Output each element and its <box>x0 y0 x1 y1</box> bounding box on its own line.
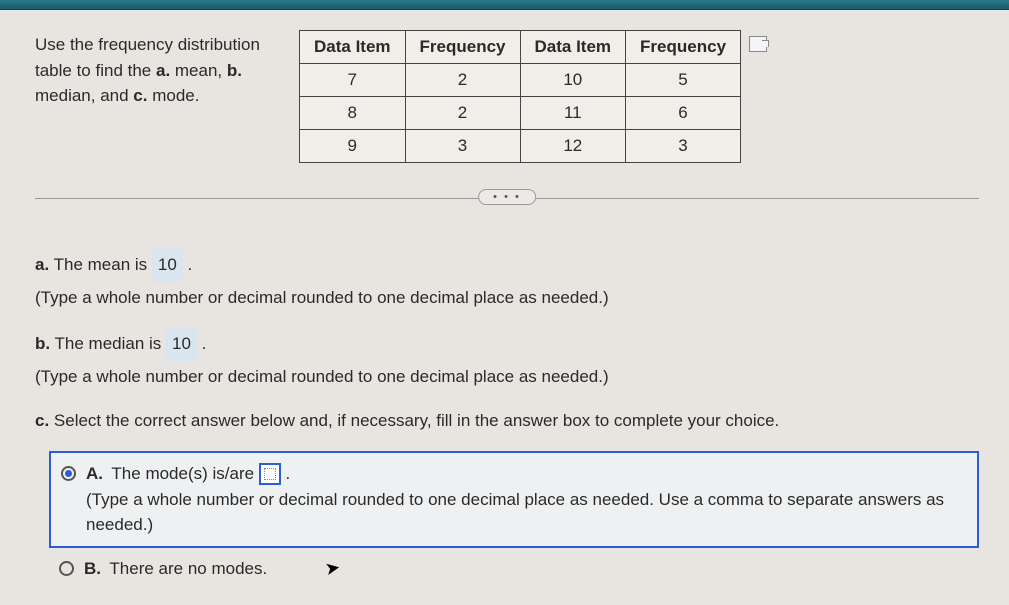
part-a-text1: The mean is <box>49 255 152 274</box>
choice-a-label: A. <box>86 464 103 483</box>
prompt-mid-a: mean, <box>170 61 227 80</box>
choice-b-text: There are no modes. <box>109 559 267 578</box>
table-cell: 2 <box>405 97 520 130</box>
question-top-row: Use the frequency distribution table to … <box>35 30 979 163</box>
table-cell: 5 <box>626 64 741 97</box>
radio-choice-b[interactable] <box>59 561 74 576</box>
question-prompt: Use the frequency distribution table to … <box>35 30 295 109</box>
col-header: Data Item <box>520 31 626 64</box>
part-b-text1: The median is <box>50 334 166 353</box>
table-cell: 9 <box>300 130 406 163</box>
table-cell: 7 <box>300 64 406 97</box>
choice-a-body: A. The mode(s) is/are . (Type a whole nu… <box>86 461 967 538</box>
answers-section: a. The mean is 10 . (Type a whole number… <box>35 248 979 589</box>
table-cell: 3 <box>405 130 520 163</box>
part-c-label: c. <box>35 411 49 430</box>
table-row: 8 2 11 6 <box>300 97 741 130</box>
choice-b-row[interactable]: B. There are no modes. <box>49 548 979 590</box>
mean-answer-field[interactable]: 10 <box>152 248 183 282</box>
table-header-row: Data Item Frequency Data Item Frequency <box>300 31 741 64</box>
section-divider: • • • <box>35 198 979 218</box>
choice-b-label: B. <box>84 559 101 578</box>
table-cell: 6 <box>626 97 741 130</box>
part-a-label: a. <box>35 255 49 274</box>
prompt-mid-b: median, and <box>35 86 133 105</box>
choice-b-body: B. There are no modes. <box>84 556 267 582</box>
radio-choice-a[interactable] <box>61 466 76 481</box>
median-answer-field[interactable]: 10 <box>166 327 197 361</box>
mode-answer-input[interactable] <box>259 463 281 485</box>
col-header: Frequency <box>626 31 741 64</box>
prompt-end: mode. <box>147 86 199 105</box>
part-a: a. The mean is 10 . (Type a whole number… <box>35 248 979 315</box>
multiple-choice: A. The mode(s) is/are . (Type a whole nu… <box>49 451 979 589</box>
choice-a-row[interactable]: A. The mode(s) is/are . (Type a whole nu… <box>49 451 979 548</box>
part-a-hint: (Type a whole number or decimal rounded … <box>35 288 609 307</box>
choice-a-text2: . <box>286 464 291 483</box>
part-b-label: b. <box>35 334 50 353</box>
part-a-text2: . <box>183 255 192 274</box>
table-cell: 11 <box>520 97 626 130</box>
table-cell: 2 <box>405 64 520 97</box>
part-b-hint: (Type a whole number or decimal rounded … <box>35 367 609 386</box>
popout-icon[interactable] <box>749 36 767 52</box>
choice-a-hint: (Type a whole number or decimal rounded … <box>86 490 944 535</box>
prompt-bold-a: a. <box>156 61 170 80</box>
prompt-bold-b: b. <box>227 61 242 80</box>
expand-dots-button[interactable]: • • • <box>478 189 536 205</box>
col-header: Data Item <box>300 31 406 64</box>
part-c: c. Select the correct answer below and, … <box>35 405 979 437</box>
col-header: Frequency <box>405 31 520 64</box>
window-top-bar <box>0 0 1009 10</box>
question-content: Use the frequency distribution table to … <box>0 10 1009 599</box>
table-row: 9 3 12 3 <box>300 130 741 163</box>
part-b-text2: . <box>197 334 206 353</box>
table-cell: 8 <box>300 97 406 130</box>
frequency-table: Data Item Frequency Data Item Frequency … <box>299 30 741 163</box>
part-c-text: Select the correct answer below and, if … <box>49 411 779 430</box>
table-cell: 12 <box>520 130 626 163</box>
choice-a-text1: The mode(s) is/are <box>111 464 258 483</box>
table-cell: 10 <box>520 64 626 97</box>
prompt-bold-c: c. <box>133 86 147 105</box>
table-cell: 3 <box>626 130 741 163</box>
part-b: b. The median is 10 . (Type a whole numb… <box>35 327 979 394</box>
table-row: 7 2 10 5 <box>300 64 741 97</box>
